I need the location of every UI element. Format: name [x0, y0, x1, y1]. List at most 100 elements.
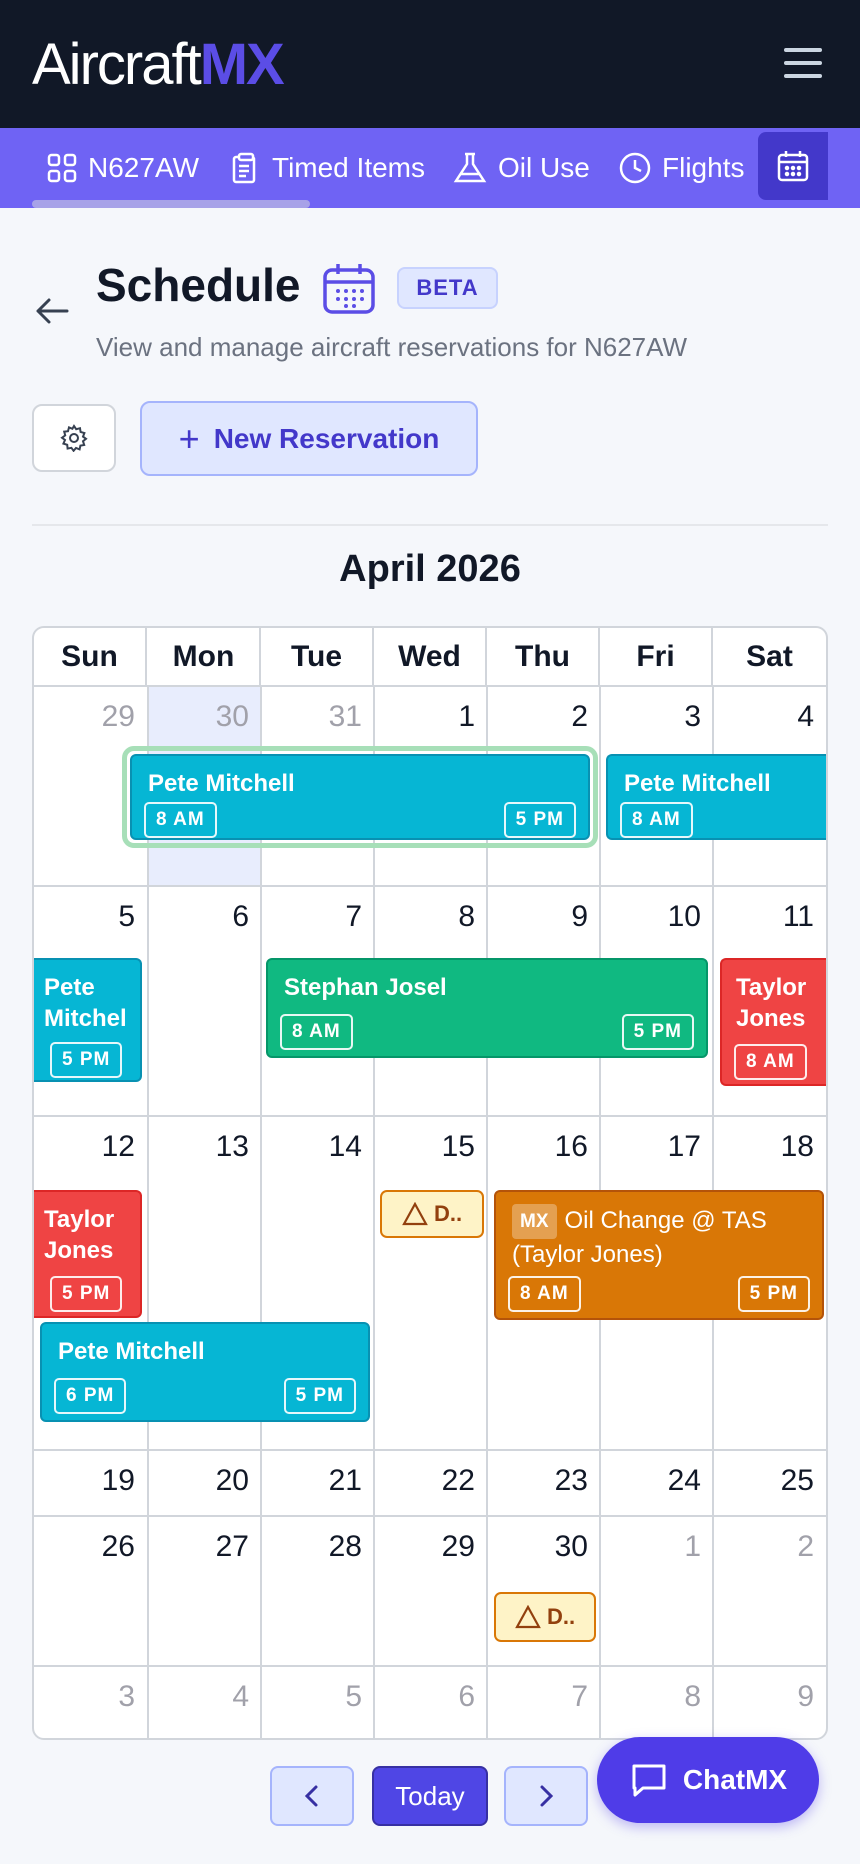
calendar-icon: [777, 151, 809, 182]
event-name: Pete Mitchell: [148, 770, 295, 797]
day-number[interactable]: 18: [714, 1130, 814, 1164]
weekday-header: Mon: [148, 628, 261, 686]
day-number[interactable]: 15: [375, 1130, 475, 1164]
day-number[interactable]: 5: [262, 1680, 362, 1714]
day-number[interactable]: 1: [601, 1530, 701, 1564]
next-month-button[interactable]: [504, 1766, 588, 1826]
settings-button[interactable]: [32, 404, 116, 472]
warning-label: D..: [433, 1201, 463, 1226]
day-number[interactable]: 30: [488, 1530, 588, 1564]
day-number[interactable]: 16: [488, 1130, 588, 1164]
event-start-time: 8 AM: [144, 802, 217, 838]
day-number[interactable]: 17: [601, 1130, 701, 1164]
event-end-time: 5 PM: [737, 1276, 810, 1312]
event-start-time: 8 AM: [508, 1276, 581, 1312]
reservation-event[interactable]: Pete Mitchell 8 AM 5 PM: [130, 754, 590, 840]
new-reservation-label: New Reservation: [213, 422, 440, 454]
day-number[interactable]: 3: [35, 1680, 135, 1714]
app-logo[interactable]: AircraftMX: [32, 30, 285, 100]
day-number[interactable]: 26: [35, 1530, 135, 1564]
day-number[interactable]: 13: [149, 1130, 249, 1164]
tab-flights[interactable]: Flights: [618, 128, 744, 208]
event-start-time: 8 AM: [620, 802, 693, 838]
clock-icon: [619, 152, 651, 184]
calendar-icon: [323, 264, 375, 314]
day-number[interactable]: 2: [714, 1530, 814, 1564]
grid-line: [34, 1665, 826, 1667]
top-bar: AircraftMX: [0, 0, 860, 128]
previous-month-button[interactable]: [270, 1766, 354, 1826]
day-number[interactable]: 23: [488, 1464, 588, 1498]
warning-label: D..: [546, 1604, 576, 1629]
reservation-event[interactable]: Taylor Jones 8 AM: [720, 958, 826, 1086]
day-number[interactable]: 31: [262, 700, 362, 734]
day-number[interactable]: 30: [149, 700, 249, 734]
day-number[interactable]: 5: [35, 900, 135, 934]
month-label: April 2026: [339, 548, 521, 590]
weekday-header: Fri: [600, 628, 713, 686]
day-number[interactable]: 4: [149, 1680, 249, 1714]
tab-overview[interactable]: N627AW: [46, 128, 199, 208]
new-reservation-button[interactable]: + New Reservation: [140, 401, 478, 476]
event-name: MX Oil Change @ TAS (Taylor Jones): [512, 1204, 812, 1270]
event-start-time: 6 PM: [54, 1378, 127, 1414]
tab-timed-items[interactable]: Timed Items: [230, 128, 425, 208]
day-number[interactable]: 6: [375, 1680, 475, 1714]
reservation-event[interactable]: Pete Mitchel 5 PM: [34, 958, 142, 1082]
day-number[interactable]: 21: [262, 1464, 362, 1498]
calendar-grid: Sun Mon Tue Wed Thu Fri Sat 29 30 31 1 2 3 4 5 6 7 8 9 10 11…: [32, 626, 828, 1740]
back-arrow-icon[interactable]: [34, 296, 70, 326]
day-number[interactable]: 7: [262, 900, 362, 934]
warning-event[interactable]: D..: [380, 1190, 484, 1238]
grid-line: [34, 685, 826, 687]
reservation-event[interactable]: Pete Mitchell 8 AM: [606, 754, 826, 840]
grid-line: [34, 1115, 826, 1117]
day-number[interactable]: 6: [149, 900, 249, 934]
day-number[interactable]: 8: [601, 1680, 701, 1714]
day-number[interactable]: 24: [601, 1464, 701, 1498]
day-number[interactable]: 28: [262, 1530, 362, 1564]
plus-icon: +: [178, 417, 200, 459]
day-number[interactable]: 20: [149, 1464, 249, 1498]
day-number[interactable]: 10: [601, 900, 701, 934]
day-number[interactable]: 3: [601, 700, 701, 734]
day-number[interactable]: 29: [35, 700, 135, 734]
day-number[interactable]: 11: [714, 900, 814, 934]
reservation-event[interactable]: Stephan Josel 8 AM 5 PM: [266, 958, 708, 1058]
warning-event[interactable]: D..: [494, 1592, 596, 1642]
tab-overview-label: N627AW: [88, 152, 200, 183]
aircraft-tab-bar: N627AW Timed Items Oil Use Flights: [0, 128, 860, 208]
day-number[interactable]: 14: [262, 1130, 362, 1164]
day-number[interactable]: 19: [35, 1464, 135, 1498]
tab-oil-use[interactable]: Oil Use: [452, 128, 590, 208]
tab-schedule[interactable]: [758, 132, 828, 200]
reservation-event[interactable]: Taylor Jones 5 PM: [34, 1190, 142, 1318]
today-button[interactable]: Today: [372, 1766, 488, 1826]
event-start-time: 8 AM: [734, 1044, 807, 1080]
day-number[interactable]: 2: [488, 700, 588, 734]
day-number[interactable]: 4: [714, 700, 814, 734]
grid-line: [34, 1515, 826, 1517]
day-number[interactable]: 25: [714, 1464, 814, 1498]
chat-button[interactable]: ChatMX: [597, 1737, 819, 1823]
day-number[interactable]: 27: [149, 1530, 249, 1564]
day-number[interactable]: 7: [488, 1680, 588, 1714]
day-number[interactable]: 9: [488, 900, 588, 934]
weekday-header: Wed: [374, 628, 487, 686]
day-number[interactable]: 12: [35, 1130, 135, 1164]
maintenance-event[interactable]: MX Oil Change @ TAS (Taylor Jones) 8 AM 5…: [494, 1190, 824, 1320]
event-end-time: 5 PM: [50, 1042, 123, 1078]
reservation-event[interactable]: Pete Mitchell 6 PM 5 PM: [40, 1322, 370, 1422]
mx-tag: MX: [512, 1204, 557, 1239]
day-number[interactable]: 22: [375, 1464, 475, 1498]
event-name: Pete Mitchell: [58, 1338, 205, 1365]
event-end-time: 5 PM: [621, 1014, 694, 1050]
day-number[interactable]: 8: [375, 900, 475, 934]
day-number[interactable]: 29: [375, 1530, 475, 1564]
day-number[interactable]: 1: [375, 700, 475, 734]
day-number[interactable]: 9: [714, 1680, 814, 1714]
grid-icon: [47, 153, 77, 183]
event-name: Stephan Josel: [284, 974, 447, 1001]
page-title: Schedule: [96, 259, 301, 311]
menu-icon[interactable]: [784, 48, 822, 78]
